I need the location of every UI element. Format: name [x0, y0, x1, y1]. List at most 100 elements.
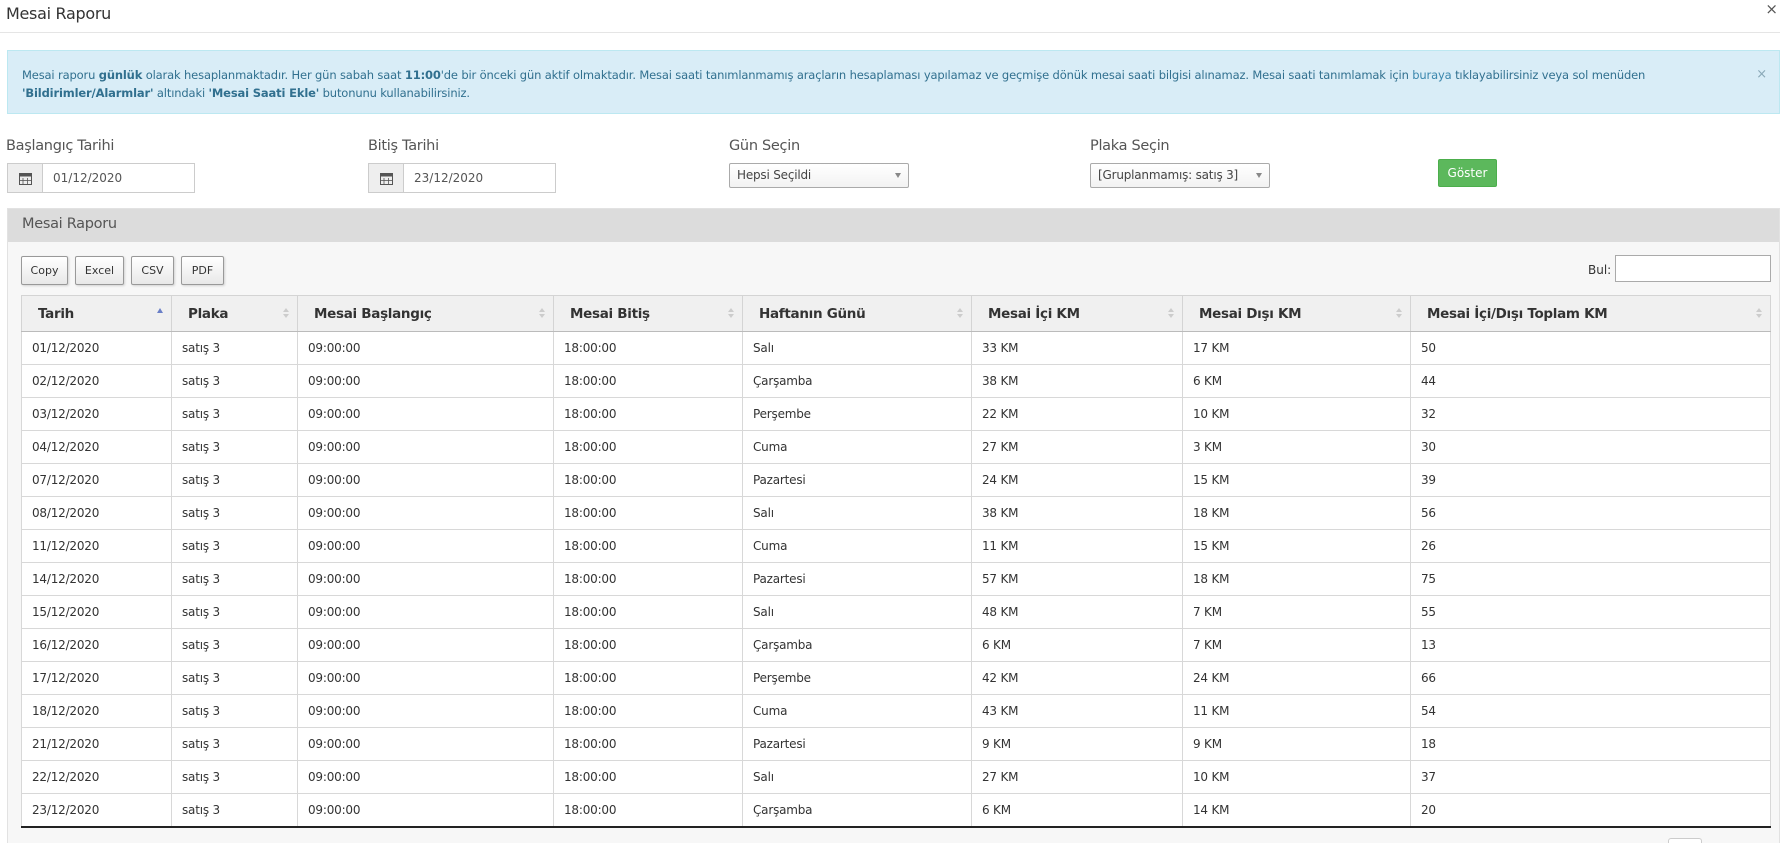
header-off-shift-km[interactable]: Mesai Dışı KM [1182, 295, 1411, 332]
table-row: 08/12/2020 satış 3 09:00:00 18:00:00 Salı 38 … [21, 496, 1771, 530]
table-cell: 56 [1410, 496, 1771, 530]
pagination-control[interactable] [1668, 838, 1702, 843]
end-date-group [368, 163, 556, 193]
header-in-shift-km[interactable]: Mesai İçi KM [971, 295, 1183, 332]
table-cell: 18:00:00 [553, 793, 743, 828]
table-cell: 15 KM [1182, 529, 1411, 563]
table-cell: 18:00:00 [553, 397, 743, 431]
table-row: 11/12/2020 satış 3 09:00:00 18:00:00 Cuma 11 … [21, 529, 1771, 563]
table-row: 04/12/2020 satış 3 09:00:00 18:00:00 Cuma 27 … [21, 430, 1771, 464]
table-cell: 18:00:00 [553, 364, 743, 398]
table-row: 14/12/2020 satış 3 09:00:00 18:00:00 Pazarte… [21, 562, 1771, 596]
table-cell: 18:00:00 [553, 562, 743, 596]
table-cell: 38 KM [971, 496, 1183, 530]
header-label: Tarih [38, 305, 74, 322]
table-cell: Salı [742, 760, 972, 794]
table-cell: 3 KM [1182, 430, 1411, 464]
header-shift-start[interactable]: Mesai Başlangıç [297, 295, 554, 332]
plate-select-label: Plaka Seçin [1090, 138, 1170, 154]
header-label: Mesai Başlangıç [314, 305, 432, 322]
table-cell: 08/12/2020 [21, 496, 172, 530]
table-cell: 18:00:00 [553, 529, 743, 563]
sort-arrows-icon [1756, 308, 1762, 320]
sort-arrows-icon [957, 308, 963, 320]
table-cell: 33 KM [971, 331, 1183, 365]
show-button[interactable]: Göster [1438, 159, 1497, 187]
table-cell: 7 KM [1182, 628, 1411, 662]
table-cell: 27 KM [971, 430, 1183, 464]
table-cell: 18:00:00 [553, 760, 743, 794]
table-cell: 18 KM [1182, 496, 1411, 530]
calendar-icon[interactable] [368, 163, 404, 193]
table-row: 16/12/2020 satış 3 09:00:00 18:00:00 Çarşamb… [21, 628, 1771, 662]
table-cell: 14 KM [1182, 793, 1411, 828]
table-cell: 17/12/2020 [21, 661, 172, 695]
copy-button[interactable]: Copy [21, 256, 68, 285]
table-cell: 18:00:00 [553, 430, 743, 464]
table-cell: satış 3 [171, 661, 298, 695]
csv-button[interactable]: CSV [131, 256, 174, 285]
table-cell: satış 3 [171, 562, 298, 596]
pdf-button[interactable]: PDF [181, 256, 224, 285]
header-total-km[interactable]: Mesai İçi/Dışı Toplam KM [1410, 295, 1771, 332]
table-cell: satış 3 [171, 793, 298, 828]
caret-down-icon [895, 173, 901, 178]
calendar-icon[interactable] [7, 163, 43, 193]
header-weekday[interactable]: Haftanın Günü [742, 295, 972, 332]
table-cell: 23/12/2020 [21, 793, 172, 828]
end-date-input[interactable] [404, 163, 556, 193]
header-label: Plaka [188, 305, 229, 322]
table-cell: 9 KM [1182, 727, 1411, 761]
alert-link-buraya[interactable]: buraya [1412, 68, 1451, 82]
table-cell: 15 KM [1182, 463, 1411, 497]
table-cell: Pazartesi [742, 463, 972, 497]
table-cell: 13 [1410, 628, 1771, 662]
table-cell: 75 [1410, 562, 1771, 596]
table-cell: 09:00:00 [297, 694, 554, 728]
table-cell: satış 3 [171, 364, 298, 398]
header-label: Haftanın Günü [759, 305, 866, 322]
excel-button[interactable]: Excel [75, 256, 124, 285]
panel-title: Mesai Raporu [22, 216, 117, 232]
table-cell: satış 3 [171, 496, 298, 530]
search-input[interactable] [1615, 255, 1771, 282]
table-cell: 66 [1410, 661, 1771, 695]
day-select[interactable]: Hepsi Seçildi [729, 163, 909, 188]
day-select-label: Gün Seçin [729, 138, 800, 154]
alert-close-icon[interactable]: × [1756, 66, 1767, 84]
sort-asc-icon [157, 308, 163, 320]
start-date-group [7, 163, 195, 193]
table-cell: satış 3 [171, 529, 298, 563]
report-table: Tarih Plaka Mesai Başlangıç Mesai Bitiş Haft… [21, 295, 1771, 828]
table-cell: 10 KM [1182, 760, 1411, 794]
table-cell: 54 [1410, 694, 1771, 728]
table-cell: Cuma [742, 694, 972, 728]
table-cell: 21/12/2020 [21, 727, 172, 761]
table-cell: 11/12/2020 [21, 529, 172, 563]
header-plate[interactable]: Plaka [171, 295, 298, 332]
table-cell: 18:00:00 [553, 694, 743, 728]
table-cell: 18:00:00 [553, 463, 743, 497]
table-cell: 09:00:00 [297, 463, 554, 497]
table-cell: satış 3 [171, 595, 298, 629]
header-date[interactable]: Tarih [21, 295, 172, 332]
header-label: Mesai Bitiş [570, 305, 650, 322]
table-row: 07/12/2020 satış 3 09:00:00 18:00:00 Pazarte… [21, 463, 1771, 497]
header-shift-end[interactable]: Mesai Bitiş [553, 295, 743, 332]
table-cell: Cuma [742, 529, 972, 563]
table-row: 22/12/2020 satış 3 09:00:00 18:00:00 Salı 27 … [21, 760, 1771, 794]
plate-select[interactable]: [Gruplanmamış: satış 3] [1090, 163, 1270, 188]
start-date-input[interactable] [43, 163, 195, 193]
table-cell: 04/12/2020 [21, 430, 172, 464]
sort-arrows-icon [728, 308, 734, 320]
table-cell: 09:00:00 [297, 760, 554, 794]
info-alert: Mesai raporu günlük olarak hesaplanmakta… [7, 50, 1780, 114]
table-row: 03/12/2020 satış 3 09:00:00 18:00:00 Perşemb… [21, 397, 1771, 431]
table-cell: satış 3 [171, 463, 298, 497]
table-cell: 09:00:00 [297, 595, 554, 629]
close-icon[interactable]: × [1765, 0, 1778, 18]
table-cell: 48 KM [971, 595, 1183, 629]
table-cell: 07/12/2020 [21, 463, 172, 497]
table-cell: 24 KM [1182, 661, 1411, 695]
table-cell: 43 KM [971, 694, 1183, 728]
